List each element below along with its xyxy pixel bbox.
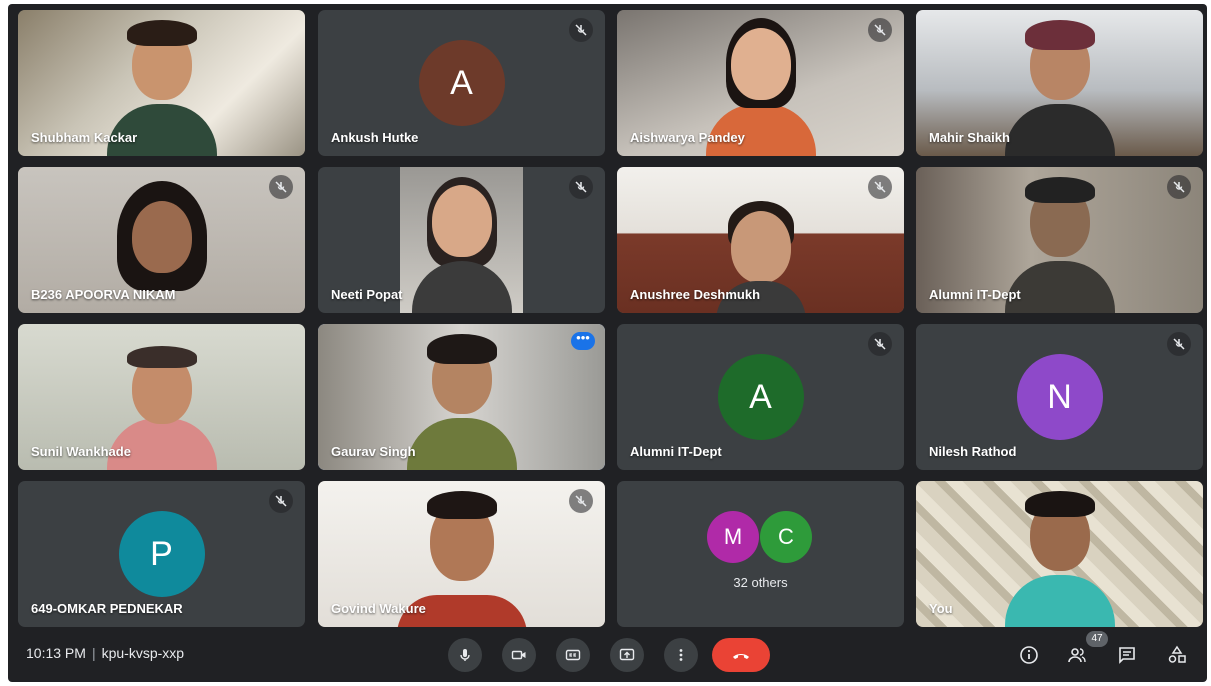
participant-name: Nilesh Rathod <box>929 444 1017 459</box>
mic-off-icon <box>1167 332 1191 356</box>
participant-tile[interactable]: A Ankush Hutke <box>318 10 605 156</box>
avatar: P <box>118 511 205 597</box>
participant-figure <box>411 171 512 313</box>
participant-tile[interactable]: Mahir Shaikh <box>916 10 1203 156</box>
separator: | <box>91 645 96 661</box>
people-button[interactable] <box>1064 642 1090 668</box>
meeting-info: 10:13 PM | kpu-kvsp-xxp <box>26 645 184 661</box>
participant-figure <box>1004 485 1115 627</box>
captions-button[interactable] <box>556 638 590 672</box>
participant-name: Govind Wakure <box>331 601 426 616</box>
participant-tile[interactable]: Shubham Kackar <box>18 10 305 156</box>
participant-name: Aishwarya Pandey <box>630 130 745 145</box>
mic-off-icon <box>1167 175 1191 199</box>
participant-name: Gaurav Singh <box>331 444 416 459</box>
participant-tile[interactable]: Aishwarya Pandey <box>617 10 904 156</box>
video-feed <box>400 167 523 313</box>
microphone-button[interactable] <box>448 638 482 672</box>
participant-figure <box>1004 14 1115 156</box>
mic-off-icon <box>569 489 593 513</box>
more-options-button[interactable]: ••• <box>571 331 595 350</box>
others-avatars: M C <box>617 511 904 563</box>
participant-tile[interactable]: Govind Wakure <box>318 481 605 627</box>
avatar: A <box>418 40 505 126</box>
participant-figure <box>406 328 517 470</box>
participant-tile-active-speaker[interactable]: ••• Gaurav Singh <box>318 324 605 470</box>
participant-name: You <box>929 601 953 616</box>
participant-name: Anushree Deshmukh <box>630 287 761 302</box>
avatar: A <box>717 354 804 440</box>
participant-tile[interactable]: Sunil Wankhade <box>18 324 305 470</box>
participant-name: Mahir Shaikh <box>929 130 1010 145</box>
mic-off-icon <box>569 18 593 42</box>
camera-button[interactable] <box>502 638 536 672</box>
mic-off-icon <box>269 175 293 199</box>
meeting-details-button[interactable] <box>1016 642 1042 668</box>
self-tile[interactable]: You <box>916 481 1203 627</box>
participant-tile[interactable]: B236 APOORVA NIKAM <box>18 167 305 313</box>
more-options-button[interactable] <box>664 638 698 672</box>
meeting-time: 10:13 PM <box>26 645 86 661</box>
leave-call-button[interactable] <box>712 638 770 672</box>
participant-name: Ankush Hutke <box>331 130 419 145</box>
meeting-stage: Shubham Kackar A Ankush Hutke Aishwarya … <box>8 4 1207 682</box>
participant-tile[interactable]: A Alumni IT-Dept <box>617 324 904 470</box>
avatar: N <box>1016 354 1103 440</box>
participant-name: B236 APOORVA NIKAM <box>31 287 176 302</box>
participant-name: Neeti Popat <box>331 287 403 302</box>
activities-button[interactable] <box>1164 642 1190 668</box>
meeting-code: kpu-kvsp-xxp <box>101 645 185 661</box>
participant-name: Sunil Wankhade <box>31 444 131 459</box>
participant-tile[interactable]: Neeti Popat <box>318 167 605 313</box>
present-button[interactable] <box>610 638 644 672</box>
avatar: M <box>707 511 759 563</box>
participant-tile[interactable]: Alumni IT-Dept <box>916 167 1203 313</box>
mic-off-icon <box>269 489 293 513</box>
control-bar: 10:13 PM | kpu-kvsp-xxp 47 <box>8 628 1207 682</box>
mic-off-icon <box>868 332 892 356</box>
mic-off-icon <box>569 175 593 199</box>
participant-name: Alumni IT-Dept <box>929 287 1021 302</box>
mic-off-icon <box>868 175 892 199</box>
participant-figure <box>1004 171 1115 313</box>
participant-tile[interactable]: N Nilesh Rathod <box>916 324 1203 470</box>
mic-off-icon <box>868 18 892 42</box>
participant-tile[interactable]: P 649-OMKAR PEDNEKAR <box>18 481 305 627</box>
others-tile[interactable]: M C 32 others <box>617 481 904 627</box>
participant-name: Alumni IT-Dept <box>630 444 722 459</box>
chat-button[interactable] <box>1114 642 1140 668</box>
participant-name: 649-OMKAR PEDNEKAR <box>31 601 183 616</box>
participant-name: Shubham Kackar <box>31 130 138 145</box>
video-feed <box>916 481 1203 627</box>
participant-tile[interactable]: Anushree Deshmukh <box>617 167 904 313</box>
others-count-label: 32 others <box>733 575 788 590</box>
avatar: C <box>760 511 812 563</box>
